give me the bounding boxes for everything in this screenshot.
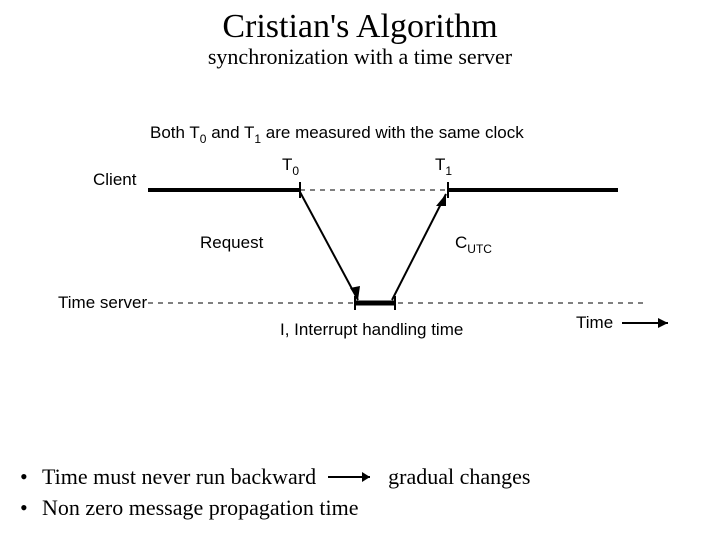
bullets: • Time must never run backward gradual c… bbox=[20, 462, 530, 524]
top-note: Both T0 and T1 are measured with the sam… bbox=[150, 123, 524, 146]
bullet-2: • Non zero message propagation time bbox=[20, 493, 530, 524]
page-title: Cristian's Algorithm bbox=[0, 8, 720, 46]
interrupt-label: I, Interrupt handling time bbox=[280, 320, 463, 339]
bullet-1: • Time must never run backward gradual c… bbox=[20, 462, 530, 493]
page-subtitle: synchronization with a time server bbox=[0, 44, 720, 70]
t1-label: T1 bbox=[435, 155, 452, 178]
cristian-diagram: Both T0 and T1 are measured with the sam… bbox=[0, 110, 720, 400]
request-label: Request bbox=[200, 233, 264, 252]
time-server-label: Time server bbox=[58, 293, 147, 312]
client-label: Client bbox=[93, 170, 137, 189]
bullet-1a-text: Time must never run backward bbox=[42, 462, 316, 493]
bullet-2-text: Non zero message propagation time bbox=[42, 493, 358, 524]
cutc-label: CUTC bbox=[455, 233, 492, 256]
arrow-icon bbox=[322, 467, 382, 487]
t0-label: T0 bbox=[282, 155, 299, 178]
bullet-1b-text: gradual changes bbox=[388, 462, 530, 493]
time-axis-label: Time bbox=[576, 313, 613, 332]
